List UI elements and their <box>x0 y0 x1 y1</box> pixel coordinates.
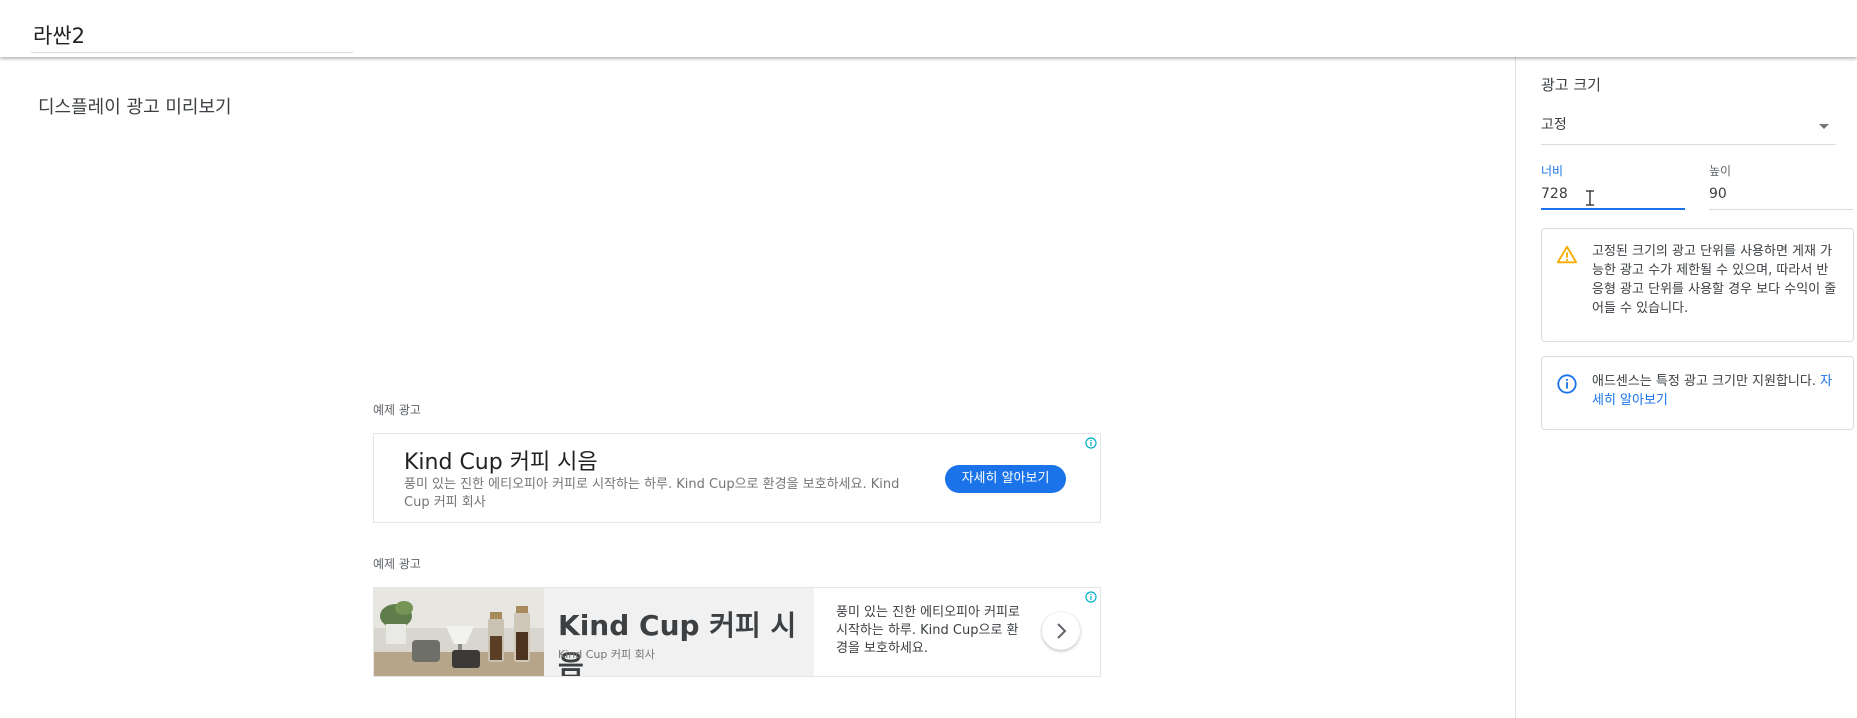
width-input[interactable]: 728 <box>1541 186 1568 202</box>
width-field[interactable]: 너비 728 <box>1541 162 1685 210</box>
width-field-underline <box>1541 208 1685 210</box>
ad-description: 풍미 있는 진한 에티오피아 커피로 시작하는 하루. Kind Cup으로 환… <box>404 477 900 510</box>
size-type-select[interactable]: 고정 <box>1541 104 1836 145</box>
ad-size-heading: 광고 크기 <box>1541 76 1601 94</box>
next-button[interactable] <box>1042 612 1080 650</box>
chevron-right-icon <box>1057 623 1067 639</box>
ad-size-panel: 광고 크기 고정 너비 728 높이 90 고정된 크기의 광고 단위를 사용하… <box>1515 57 1857 718</box>
height-label: 높이 <box>1709 164 1732 178</box>
info-icon[interactable] <box>1085 437 1097 449</box>
warning-text: 고정된 크기의 광고 단위를 사용하면 게재 가능한 광고 수가 제한될 수 있… <box>1592 244 1837 316</box>
size-info-note: 애드센스는 특정 광고 크기만 지원합니다. 자세히 알아보기 <box>1541 356 1854 430</box>
height-field-underline <box>1709 209 1853 210</box>
info-icon <box>1557 374 1577 394</box>
example-ad-text[interactable]: Kind Cup 커피 시음 풍미 있는 진한 에티오피아 커피로 시작하는 하… <box>373 433 1101 523</box>
ad-brand: Kind Cup 커피 회사 <box>558 648 655 661</box>
ad-headline-panel: Kind Cup 커피 시음 Kind Cup 커피 회사 <box>544 588 814 676</box>
width-label: 너비 <box>1541 164 1564 178</box>
warning-icon <box>1556 245 1578 264</box>
ad-headline: Kind Cup 커피 시음 <box>558 609 797 677</box>
ad-label: 예제 광고 <box>373 403 421 417</box>
ad-label: 예제 광고 <box>373 557 421 571</box>
ad-headline: Kind Cup 커피 시음 <box>404 450 598 475</box>
learn-more-button[interactable]: 자세히 알아보기 <box>945 465 1066 493</box>
size-type-value: 고정 <box>1541 117 1567 133</box>
text-cursor-icon <box>1586 190 1594 206</box>
dropdown-arrow-icon <box>1819 124 1829 129</box>
example-ad-image[interactable]: Kind Cup 커피 시음 Kind Cup 커피 회사 풍미 있는 진한 에… <box>373 587 1101 677</box>
top-bar: 라싼2 <box>0 0 1857 57</box>
coffee-photo <box>374 588 544 676</box>
ad-unit-name-value[interactable]: 라싼2 <box>33 20 85 50</box>
ad-unit-name-field[interactable]: 라싼2 <box>31 8 353 53</box>
preview-title: 디스플레이 광고 미리보기 <box>38 97 232 118</box>
info-text-block: 애드센스는 특정 광고 크기만 지원합니다. 자세히 알아보기 <box>1592 372 1839 410</box>
ad-description: 풍미 있는 진한 에티오피아 커피로 시작하는 하루. Kind Cup으로 환… <box>836 605 1020 656</box>
height-field[interactable]: 높이 90 <box>1709 162 1853 210</box>
info-icon[interactable] <box>1085 591 1097 603</box>
info-text: 애드센스는 특정 광고 크기만 지원합니다. <box>1592 374 1816 389</box>
fixed-size-warning: 고정된 크기의 광고 단위를 사용하면 게재 가능한 광고 수가 제한될 수 있… <box>1541 228 1854 342</box>
height-input[interactable]: 90 <box>1709 186 1727 202</box>
